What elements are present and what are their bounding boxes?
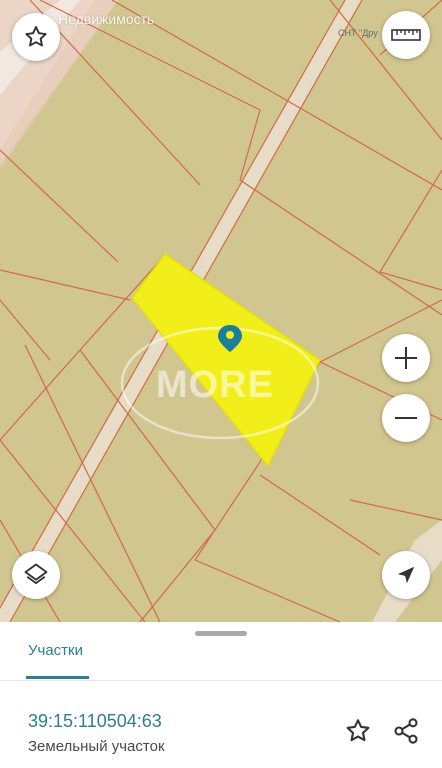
my-location-button[interactable] [382,551,430,599]
zoom-in-button[interactable] [382,334,430,382]
layers-button[interactable] [12,551,60,599]
cadastral-number[interactable]: 39:15:110504:63 [28,711,162,732]
map-canvas [0,0,442,622]
tab-indicator [26,676,89,679]
navigation-arrow-icon [397,566,415,584]
map-view[interactable]: Недвижимость СНТ "Дру MORE [0,0,442,622]
ruler-icon [391,29,421,41]
watermark: MORE [156,364,274,406]
star-outline-icon [25,26,47,47]
plus-icon [395,347,417,369]
selected-parcel[interactable] [131,252,321,468]
brand-label: Недвижимость [58,11,155,27]
bottom-sheet: Участки 39:15:110504:63 Земельный участо… [0,622,442,768]
tab-parcels[interactable]: Участки [28,642,83,659]
favorite-map-button[interactable] [12,13,60,61]
zoom-out-button[interactable] [382,394,430,442]
divider [0,680,442,681]
share-icon [394,718,418,744]
sheet-drag-handle[interactable] [195,631,247,636]
layers-icon [24,563,48,585]
ruler-button[interactable] [382,11,430,59]
map-area-label: СНТ "Дру [338,28,378,38]
share-button[interactable] [390,715,422,747]
star-outline-icon [346,719,370,742]
minus-icon [395,417,417,419]
favorite-parcel-button[interactable] [342,715,374,747]
parcel-type: Земельный участок [28,738,165,755]
